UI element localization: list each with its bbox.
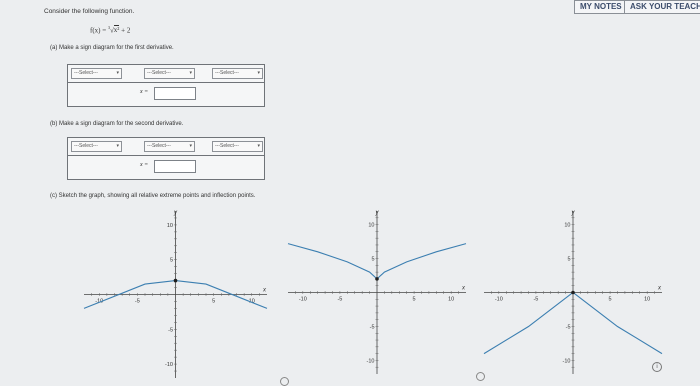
sign-diagram-divider bbox=[68, 155, 264, 156]
part-a-select-right[interactable]: ---Select--- ▾ bbox=[212, 68, 263, 79]
x-tick-label: -5 bbox=[533, 297, 538, 303]
extreme-point bbox=[375, 277, 379, 281]
function-formula: f(x) = 3√x² + 2 bbox=[90, 25, 131, 35]
y-tick-label: -10 bbox=[563, 358, 571, 364]
chevron-down-icon: ▾ bbox=[257, 70, 260, 76]
x-tick-label: 5 bbox=[609, 297, 612, 303]
part-b-x-input[interactable] bbox=[154, 160, 196, 173]
select-label: ---Select--- bbox=[147, 143, 171, 149]
graph-option-1[interactable]: -10 -5 5 10-10-5510xy bbox=[78, 205, 273, 384]
y-tick-label: -10 bbox=[165, 362, 173, 368]
y-tick-label: 5 bbox=[371, 257, 374, 263]
sign-diagram-divider bbox=[68, 82, 264, 83]
y-tick-label: -5 bbox=[566, 324, 571, 330]
y-tick-label: 5 bbox=[170, 258, 173, 264]
chevron-down-icon: ▾ bbox=[116, 143, 119, 149]
select-label: ---Select--- bbox=[74, 70, 98, 76]
y-axis-label: y bbox=[571, 210, 576, 216]
x-axis-label: x bbox=[262, 288, 267, 294]
x-tick-label: 5 bbox=[212, 299, 215, 305]
x-tick-label: -5 bbox=[135, 299, 140, 305]
ask-teacher-button[interactable]: ASK YOUR TEACHE bbox=[624, 0, 700, 14]
x-tick-label: 10 bbox=[644, 297, 650, 303]
part-a-label: (a) Make a sign diagram for the first de… bbox=[50, 45, 174, 51]
graph-option-2-radio[interactable] bbox=[476, 372, 485, 381]
chevron-down-icon: ▾ bbox=[116, 70, 119, 76]
chevron-down-icon: ▾ bbox=[189, 143, 192, 149]
part-a-select-left[interactable]: ---Select--- ▾ bbox=[71, 68, 122, 79]
select-label: ---Select--- bbox=[74, 143, 98, 149]
x-tick-label: 5 bbox=[413, 297, 416, 303]
part-b-select-middle[interactable]: ---Select--- ▾ bbox=[144, 141, 195, 152]
y-axis-label: y bbox=[375, 210, 380, 216]
y-tick-label: 10 bbox=[167, 223, 173, 229]
part-b-select-right[interactable]: ---Select--- ▾ bbox=[212, 141, 263, 152]
y-tick-label: 10 bbox=[564, 223, 570, 229]
graph-option-2[interactable]: -10 -5 5 10 -10 -5 5 10 x y bbox=[282, 205, 472, 380]
part-b-select-left[interactable]: ---Select--- ▾ bbox=[71, 141, 122, 152]
question-intro: Consider the following function. bbox=[44, 8, 135, 15]
x-tick-label: -10 bbox=[299, 297, 307, 303]
formula-radicand: x² bbox=[113, 25, 120, 35]
part-a-x-label: x = bbox=[140, 89, 149, 95]
chevron-down-icon: ▾ bbox=[257, 143, 260, 149]
formula-lhs: f(x) = bbox=[90, 26, 107, 35]
y-axis-label: y bbox=[173, 210, 178, 216]
y-tick-label: -10 bbox=[367, 358, 375, 364]
graph-option-1-radio[interactable] bbox=[280, 377, 289, 386]
x-axis-label: x bbox=[657, 286, 662, 292]
select-label: ---Select--- bbox=[215, 143, 239, 149]
part-b-label: (b) Make a sign diagram for the second d… bbox=[50, 121, 184, 127]
part-b-x-label: x = bbox=[140, 162, 149, 168]
part-a-x-input[interactable] bbox=[154, 87, 196, 100]
info-icon[interactable]: i bbox=[652, 362, 662, 372]
extreme-point bbox=[173, 278, 178, 283]
formula-rhs: + 2 bbox=[121, 26, 131, 35]
part-c-label: (c) Sketch the graph, showing all relati… bbox=[50, 193, 256, 199]
select-label: ---Select--- bbox=[215, 70, 239, 76]
y-tick-label: -5 bbox=[370, 324, 375, 330]
x-axis-label: x bbox=[461, 286, 466, 292]
select-label: ---Select--- bbox=[147, 70, 171, 76]
extreme-point bbox=[571, 290, 575, 295]
y-tick-label: -5 bbox=[168, 327, 173, 333]
x-tick-label: 10 bbox=[448, 297, 454, 303]
y-tick-label: 5 bbox=[567, 257, 570, 263]
second-derivative-sign-diagram: ---Select--- ▾ ---Select--- ▾ ---Select---… bbox=[67, 137, 265, 180]
x-tick-label: -10 bbox=[495, 297, 503, 303]
y-tick-label: 10 bbox=[368, 223, 374, 229]
graph-option-3[interactable]: -10 -5 5 10 -10 -5 5 10 x y bbox=[478, 205, 668, 380]
first-derivative-sign-diagram: ---Select--- ▾ ---Select--- ▾ ---Select---… bbox=[67, 64, 265, 107]
part-a-select-middle[interactable]: ---Select--- ▾ bbox=[144, 68, 195, 79]
x-tick-label: -5 bbox=[337, 297, 342, 303]
chevron-down-icon: ▾ bbox=[189, 70, 192, 76]
